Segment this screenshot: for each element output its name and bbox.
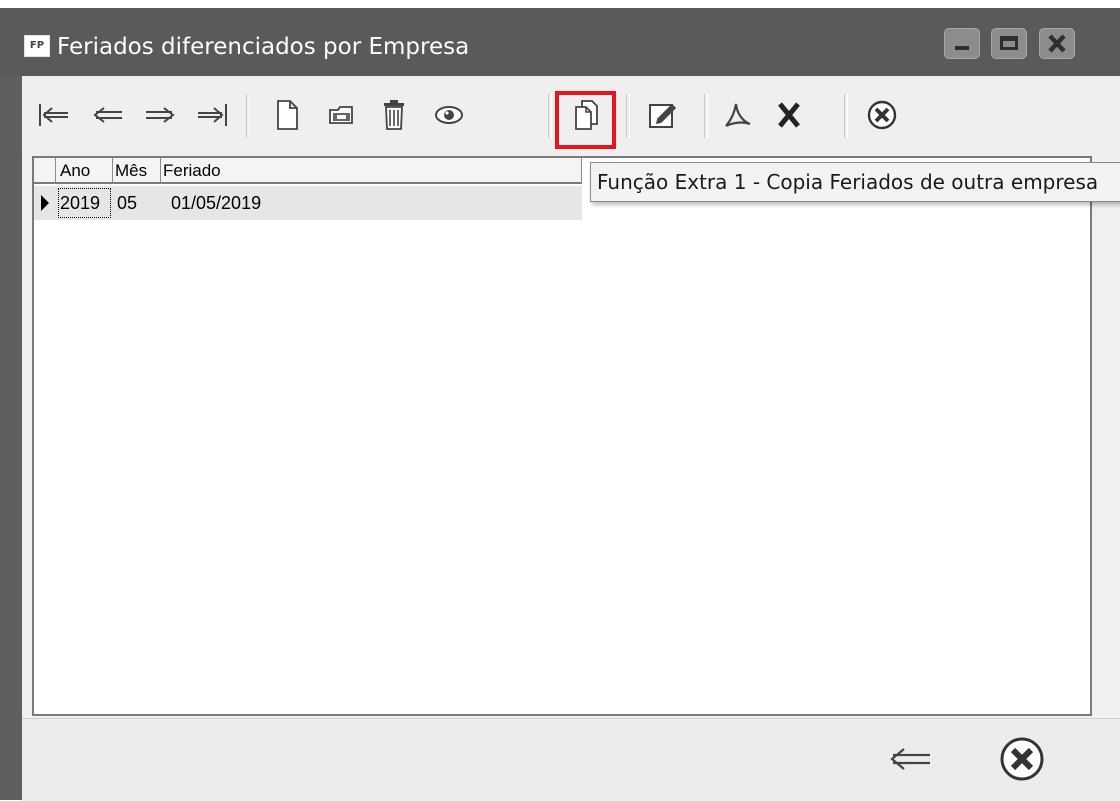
holidays-grid[interactable]: Ano Mês Feriado 2019 05 01/05/2019	[32, 156, 1092, 716]
toolbar-separator	[246, 94, 250, 138]
open-button[interactable]	[320, 90, 364, 140]
excel-button[interactable]	[767, 90, 811, 140]
view-eye-icon	[435, 106, 463, 124]
excel-x-icon	[778, 102, 800, 128]
maximize-button[interactable]	[991, 28, 1027, 59]
pdf-icon	[725, 103, 751, 127]
open-folder-icon	[329, 106, 353, 124]
back-arrow-icon	[890, 748, 930, 770]
toolbar-separator	[626, 94, 630, 138]
table-cell-feriado[interactable]: 01/05/2019	[161, 186, 582, 220]
close-circle-icon	[1000, 737, 1044, 781]
toolbar-separator	[548, 94, 552, 138]
delete-button[interactable]	[372, 90, 416, 140]
first-record-button[interactable]	[32, 90, 76, 140]
last-record-icon	[198, 104, 227, 126]
copy-button-highlight	[555, 91, 616, 149]
column-header-ano[interactable]: Ano	[56, 158, 113, 184]
pdf-button[interactable]	[715, 90, 759, 140]
last-record-button[interactable]	[190, 90, 234, 140]
minimize-button[interactable]	[944, 28, 980, 59]
next-record-icon	[146, 107, 175, 123]
maximize-icon	[1000, 36, 1018, 50]
table-cell-mes[interactable]: 05	[113, 186, 161, 220]
close-window-button[interactable]	[1039, 28, 1075, 59]
edit-button[interactable]	[640, 90, 684, 140]
table-cell-ano[interactable]: 2019	[56, 186, 113, 220]
current-row-arrow-icon	[41, 195, 49, 211]
row-indicator[interactable]	[34, 186, 56, 220]
new-document-icon	[277, 100, 298, 130]
trash-icon	[384, 100, 404, 130]
view-button[interactable]	[427, 90, 471, 140]
row-indicator-header	[34, 158, 56, 184]
first-record-icon	[39, 104, 68, 126]
cancel-button[interactable]	[860, 90, 904, 140]
next-record-button[interactable]	[138, 90, 182, 140]
close-button[interactable]	[992, 729, 1052, 789]
title-bar[interactable]: FP Feriados diferenciados por Empresa	[0, 8, 1120, 76]
window-title: Feriados diferenciados por Empresa	[57, 34, 470, 60]
new-button[interactable]	[265, 90, 309, 140]
edit-icon	[649, 103, 677, 128]
toolbar	[22, 76, 1120, 156]
previous-record-icon	[93, 107, 122, 123]
column-header-mes[interactable]: Mês	[113, 158, 161, 184]
back-button[interactable]	[882, 729, 938, 789]
app-icon: FP	[24, 35, 50, 57]
bottom-bar	[22, 718, 1120, 801]
toolbar-separator	[704, 94, 708, 138]
toolbar-separator	[844, 94, 848, 138]
tooltip: Função Extra 1 - Copia Feriados de outra…	[590, 162, 1120, 202]
close-icon	[1048, 34, 1066, 53]
column-header-feriado[interactable]: Feriado	[161, 158, 582, 184]
minimize-icon	[955, 46, 969, 50]
window: FP Feriados diferenciados por Empresa An…	[0, 8, 1120, 801]
previous-record-button[interactable]	[86, 90, 130, 140]
close-circle-icon	[867, 100, 897, 130]
